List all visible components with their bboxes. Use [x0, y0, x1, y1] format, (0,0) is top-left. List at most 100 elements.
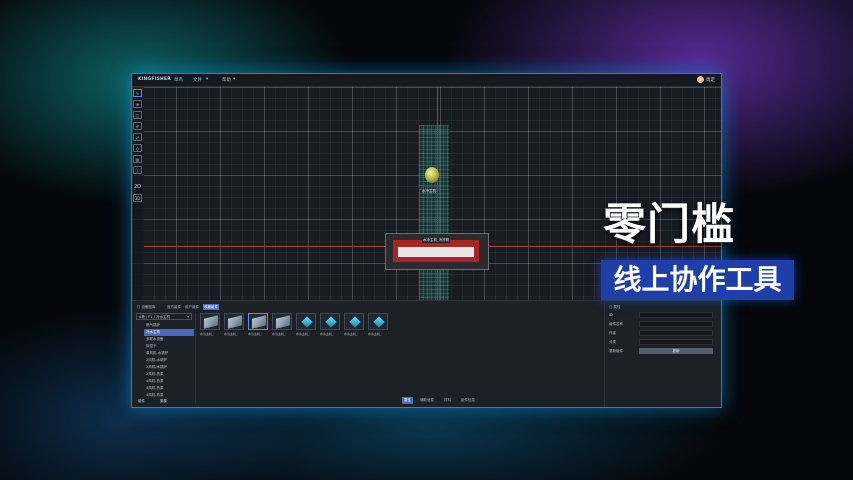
box-icon[interactable]: □ [133, 111, 142, 119]
component-name: 水冷主机_ [272, 332, 286, 336]
view-3d-button[interactable]: 3D [133, 194, 142, 202]
category-tree: 燃气锅炉 冷水主机 多联水设备 除湿干 单风机-水锅炉 2风机-水锅炉 2风机-… [144, 322, 194, 399]
cube-icon [373, 316, 385, 328]
chevron-down-icon: ▾ [206, 77, 209, 82]
info-icon[interactable]: ⓘ [133, 166, 142, 174]
footer-item[interactable]: 集集 [160, 399, 167, 403]
component-card[interactable]: 水冷主机_ [272, 313, 292, 337]
layers-icon[interactable]: ≋ [133, 100, 142, 108]
top-bar: KINGFISHER 草鸟 文件 ▾ 帮助 ▾ 周定 [132, 74, 721, 87]
component-preview [296, 313, 316, 330]
property-row: 更新组件 更新 [609, 347, 717, 356]
component-name: 水冷主机_ [248, 332, 262, 336]
avatar [697, 76, 704, 83]
user-menu[interactable]: 周定 [697, 76, 715, 83]
tree-item[interactable]: 2风机-水锅炉 [144, 357, 194, 364]
property-label: 分类 [609, 340, 616, 344]
chiller-panel [398, 247, 474, 257]
component-card[interactable]: 水冷主机_ [296, 313, 316, 337]
property-input[interactable] [639, 321, 713, 327]
chiller-icon [276, 315, 290, 329]
divider [604, 303, 605, 407]
component-name: 水冷主机_ [344, 332, 358, 336]
tab-materials[interactable]: 材料 [442, 397, 453, 404]
tab-user-components[interactable]: 用户组件 [184, 304, 200, 310]
edit-icon[interactable]: ✎ [133, 89, 142, 97]
component-preview [200, 313, 220, 330]
menu-item-help[interactable]: 帮助 [222, 77, 231, 83]
component-card[interactable]: 水冷主机_ [368, 313, 388, 337]
tree-item[interactable]: 2风机-热泵 [144, 371, 194, 378]
cube-icon [349, 316, 361, 328]
chevron-down-icon: ▾ [187, 315, 189, 319]
component-name: 水冷主机_ [200, 332, 214, 336]
tree-item[interactable]: 冷水主机 [144, 329, 194, 336]
bottom-panel: □ 设备图库 官方组件 用户组件 收藏组件 A场 / F1 / 冷水主机 ▾ 燃… [132, 300, 721, 407]
promo-headline: 零门槛 [603, 200, 735, 250]
properties-panel: □ 属性 ID 组件名称 作者 分类 更新组件 更新 [609, 304, 717, 356]
component-preview [272, 313, 292, 330]
chiller-label: 水冷主机_冷冻机 [422, 238, 451, 243]
component-name: 水冷主机_ [296, 332, 310, 336]
component-card[interactable]: 水冷主机_ [320, 313, 340, 337]
tree-item[interactable]: 4风机-热泵 [144, 385, 194, 392]
property-row: 作者 [609, 329, 717, 338]
selection-band [419, 125, 449, 300]
panel-icon: □ [609, 305, 613, 309]
view-2d-button[interactable]: 2D [133, 183, 142, 191]
chiller-icon [252, 315, 266, 329]
chiller-icon [228, 315, 242, 329]
component-card[interactable]: 水冷主机_ [200, 313, 220, 337]
menu-item-draft[interactable]: 草鸟 [174, 77, 183, 83]
cube-icon [325, 316, 337, 328]
properties-title: □ 属性 [609, 305, 621, 309]
component-preview [320, 313, 340, 330]
divider [195, 313, 196, 403]
chiller-icon [204, 315, 218, 329]
property-input[interactable] [639, 312, 713, 318]
panel-icon[interactable]: ▤ [133, 155, 142, 163]
update-button[interactable]: 更新 [639, 348, 713, 354]
component-preview [248, 313, 268, 330]
tab-properties[interactable]: 属性 [402, 397, 413, 404]
library-footer: 组件 集集 [138, 399, 167, 404]
property-input[interactable] [639, 339, 713, 345]
tree-item[interactable]: 除湿干 [144, 343, 194, 350]
property-label: 作者 [609, 331, 616, 335]
cube-icon [301, 316, 313, 328]
tab-component-info[interactable]: 组件信息 [459, 397, 477, 404]
property-row: 分类 [609, 338, 717, 347]
component-name: 水冷主机_ [368, 332, 382, 336]
footer-item[interactable]: 组件 [138, 399, 145, 403]
component-name: 水冷主机_ [224, 332, 238, 336]
property-label: 更新组件 [609, 349, 623, 353]
component-card[interactable]: 水冷主机_ [224, 313, 244, 337]
component-card[interactable]: 水冷主机_ [344, 313, 364, 337]
tab-aux-info[interactable]: 辅助信息 [418, 397, 436, 404]
tree-item[interactable]: 多联水设备 [144, 336, 194, 343]
tab-official-components[interactable]: 官方组件 [166, 304, 182, 310]
property-label: ID [609, 313, 613, 317]
plane-icon[interactable]: ◇ [133, 144, 142, 152]
tree-item[interactable]: 4风机-热泵 [144, 378, 194, 385]
equipment-node-sphere[interactable] [425, 167, 439, 183]
tab-favorite-components[interactable]: 收藏组件 [203, 304, 219, 310]
component-preview [368, 313, 388, 330]
chiller-model[interactable]: 水冷主机_冷冻机 [385, 233, 489, 270]
tool-strip: ✎ ≋ □ ✐ ⤢ ◇ ▤ ⓘ 2D 3D [132, 87, 144, 300]
category-select[interactable]: A场 / F1 / 冷水主机 ▾ [136, 313, 192, 320]
component-preview [344, 313, 364, 330]
transform-icon[interactable]: ⤢ [133, 133, 142, 141]
app-logo: KINGFISHER [138, 77, 171, 82]
tree-item[interactable]: 燃气锅炉 [144, 322, 194, 329]
tab-device-library[interactable]: □ 设备图库 [136, 304, 156, 310]
paint-icon[interactable]: ✐ [133, 122, 142, 130]
tree-item[interactable]: 2风机-水锅炉 [144, 364, 194, 371]
property-input[interactable] [639, 330, 713, 336]
component-card[interactable]: 水冷主机_ [248, 313, 268, 337]
menu-item-file[interactable]: 文件 [193, 77, 202, 83]
component-name: 水冷主机_ [320, 332, 334, 336]
promo-subline: 线上协作工具 [601, 260, 794, 300]
tree-item[interactable]: 单风机-水锅炉 [144, 350, 194, 357]
tree-item[interactable]: 4风机-热泵 [144, 392, 194, 399]
